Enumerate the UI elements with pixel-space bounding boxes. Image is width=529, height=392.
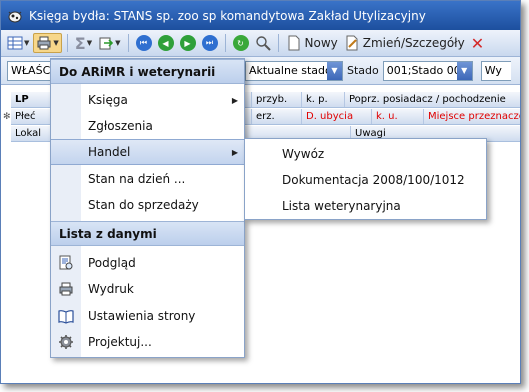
menu-item-handel[interactable]: Handel ▶ [51, 139, 244, 165]
last-record-button[interactable]: ⏭ [200, 33, 220, 53]
grid-icon [7, 36, 23, 50]
submenu-arrow-icon: ▶ [231, 147, 238, 157]
delete-button[interactable]: ✕ [469, 33, 486, 53]
herd-combo-value: 001;Stado 001 [386, 64, 468, 77]
more-combo[interactable]: Wy [480, 60, 511, 81]
first-record-icon: ⏮ [135, 35, 152, 51]
more-combo-value: Wy [484, 64, 502, 77]
previous-record-button[interactable]: ◀ [156, 33, 176, 53]
chevron-down-icon: ▼ [24, 39, 30, 47]
grid-header-cell[interactable]: D. ubycia [302, 109, 372, 124]
grid-header-cell[interactable]: Miejsce przeznaczenia [424, 109, 520, 124]
herd-label: Stado [347, 64, 379, 77]
submenu-item-lista-weterynaryjna[interactable]: Lista weterynaryjna [245, 193, 486, 219]
title-bar: Księga bydła: STANS sp. zoo sp komandyto… [1, 1, 520, 30]
menu-item-ustawienia-strony[interactable]: Ustawienia strony [51, 303, 244, 329]
menu-item-label: Stan do sprzedaży [88, 198, 199, 212]
find-button[interactable] [253, 33, 273, 53]
submenu-item-dokumentacja[interactable]: Dokumentacja 2008/100/1012 [245, 167, 486, 193]
menu-item-stan-do-sprzedazy[interactable]: Stan do sprzedaży [51, 192, 244, 218]
menu-item-wydruk[interactable]: Wydruk [51, 276, 244, 302]
menu-item-podglad[interactable]: Podgląd [51, 250, 244, 276]
new-button-label: Nowy [304, 36, 338, 50]
menu-item-label: Podgląd [88, 256, 136, 270]
toolbar-separator [224, 34, 226, 52]
edit-button-label: Zmień/Szczegóły [362, 36, 465, 50]
menu-section-header: Do ARiMR i weterynarii [51, 59, 244, 84]
delete-x-icon: ✕ [470, 33, 485, 53]
print-dropdown-menu: Do ARiMR i weterynarii Księga ▶ Zgłoszen… [50, 58, 245, 358]
grid-header-cell[interactable]: przyb. [252, 92, 302, 107]
gear-icon [59, 335, 73, 349]
grid-header-cell[interactable]: erz. [252, 109, 302, 124]
print-preview-icon [59, 255, 73, 270]
refresh-icon: ↻ [232, 35, 249, 51]
menu-item-ksiega[interactable]: Księga ▶ [51, 87, 244, 113]
toolbar-separator [66, 34, 68, 52]
owner-combo[interactable]: WŁAŚC [7, 60, 51, 81]
menu-item-label: Lista weterynaryjna [282, 199, 401, 213]
book-icon [58, 310, 74, 324]
menu-item-stan-na-dzien[interactable]: Stan na dzień ... [51, 166, 244, 192]
export-button[interactable]: ▼ [96, 33, 122, 53]
menu-item-label: Projektuj... [88, 335, 152, 349]
grid-header-cell[interactable]: k. u. [372, 109, 424, 124]
sigma-icon: Σ [74, 33, 86, 53]
menu-item-label: Księga [88, 93, 128, 107]
print-dropdown-button[interactable]: ▼ [33, 33, 62, 53]
toolbar-separator [127, 34, 129, 52]
menu-item-projektuj[interactable]: Projektuj... [51, 329, 244, 355]
new-document-icon [288, 35, 299, 51]
herd-scope-combo-value: Aktualne stado [249, 64, 332, 77]
menu-section-header: Lista z danymi [51, 221, 244, 246]
owner-combo-value: WŁAŚC [11, 64, 51, 77]
menu-item-label: Wydruk [88, 282, 134, 296]
chevron-down-icon: ▼ [456, 61, 472, 80]
export-icon [99, 37, 114, 50]
menu-item-label: Stan na dzień ... [88, 172, 186, 186]
magnifier-icon [255, 36, 271, 51]
next-record-button[interactable]: ▶ [178, 33, 198, 53]
chevron-down-icon: ▼ [86, 39, 93, 47]
main-window: Księga bydła: STANS sp. zoo sp komandyto… [0, 0, 521, 384]
submenu-item-wywoz[interactable]: Wywóz [245, 141, 486, 167]
previous-record-icon: ◀ [157, 35, 174, 51]
chevron-down-icon: ▼ [115, 39, 121, 47]
edit-pencil-icon [346, 35, 358, 51]
submenu-arrow-icon: ▶ [231, 95, 238, 105]
edit-button[interactable]: Zmień/Szczegóły [342, 33, 467, 53]
menu-item-label: Wywóz [282, 147, 325, 161]
new-button[interactable]: Nowy [284, 33, 340, 53]
menu-item-label: Ustawienia strony [88, 309, 196, 323]
next-record-icon: ▶ [179, 35, 196, 51]
window-title: Księga bydła: STANS sp. zoo sp komandyto… [29, 8, 426, 23]
toolbar: ▼ ▼ Σ ▼ ▼ ⏮ ◀ ▶ ⏭ ↻ Nowy Zmień/Szczegóły… [1, 30, 520, 57]
grid-view-button[interactable]: ▼ [5, 33, 31, 53]
sum-button[interactable]: Σ ▼ [73, 33, 94, 53]
refresh-button[interactable]: ↻ [231, 33, 251, 53]
menu-item-label: Dokumentacja 2008/100/1012 [282, 173, 465, 187]
grid-header-cell[interactable]: k. p. [302, 92, 345, 107]
chevron-down-icon: ▼ [327, 61, 342, 80]
handel-submenu: Wywóz Dokumentacja 2008/100/1012 Lista w… [244, 138, 487, 220]
printer-icon [59, 282, 73, 296]
menu-item-label: Handel [88, 145, 131, 159]
cow-app-icon[interactable] [7, 8, 23, 24]
last-record-icon: ⏭ [201, 35, 218, 51]
grid-header-cell[interactable]: Poprz. posiadacz / pochodzenie [345, 92, 520, 107]
menu-item-zgloszenia[interactable]: Zgłoszenia [51, 113, 244, 139]
first-record-button[interactable]: ⏮ [134, 33, 154, 53]
herd-combo[interactable]: 001;Stado 001 ▼ [382, 60, 473, 81]
printer-icon [37, 36, 51, 50]
herd-scope-combo[interactable]: Aktualne stado ▼ [245, 60, 343, 81]
asterisk-icon: ✻ [3, 111, 11, 122]
menu-item-label: Zgłoszenia [88, 119, 153, 133]
toolbar-separator [277, 34, 279, 52]
chevron-down-icon: ▼ [53, 39, 59, 47]
